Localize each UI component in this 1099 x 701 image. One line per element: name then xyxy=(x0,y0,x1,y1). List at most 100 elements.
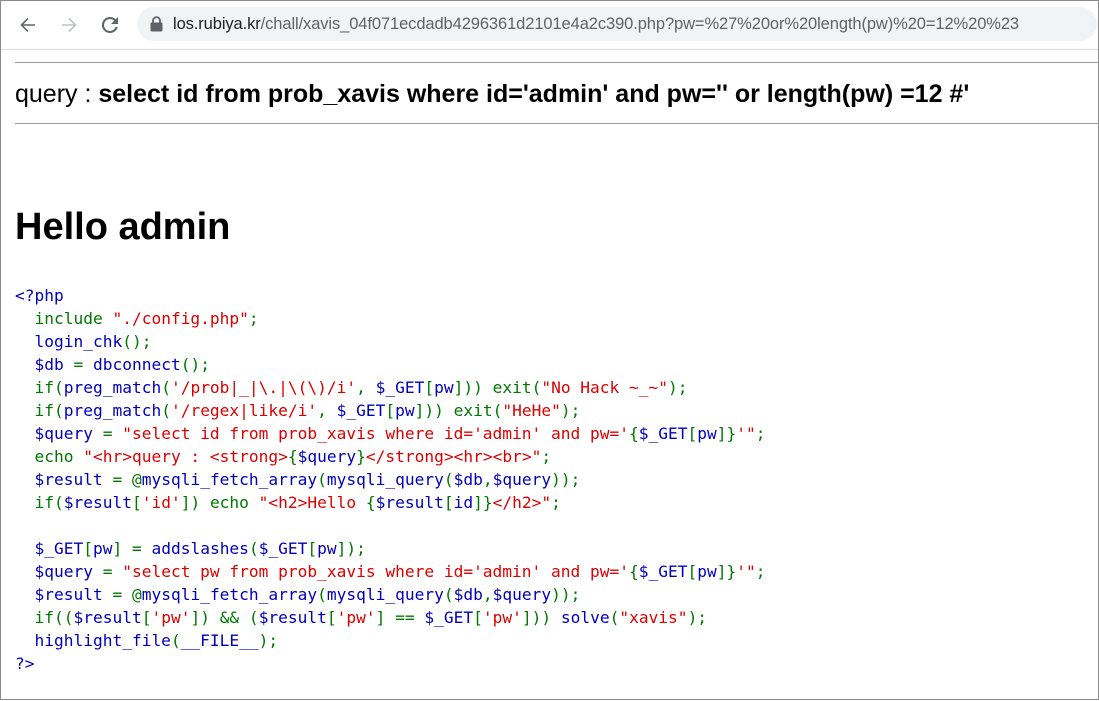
address-bar[interactable]: los.rubiya.kr/chall/xavis_04f071ecdadb42… xyxy=(137,7,1097,41)
code-token: $_GET xyxy=(15,539,84,558)
code-line: login_chk(); xyxy=(15,330,765,353)
code-token: , xyxy=(482,470,493,489)
lock-icon xyxy=(150,16,163,32)
code-token: $_GET xyxy=(638,424,688,443)
browser-toolbar: los.rubiya.kr/chall/xavis_04f071ecdadb42… xyxy=(1,1,1098,49)
code-token: ( xyxy=(443,585,454,604)
code-token: 'pw' xyxy=(151,608,191,627)
code-token: "xavis" xyxy=(619,608,688,627)
code-token: $result xyxy=(63,493,132,512)
code-token: $query xyxy=(492,585,552,604)
code-token: addslashes xyxy=(151,539,249,558)
forward-button[interactable] xyxy=(54,10,84,40)
reload-icon xyxy=(100,15,120,35)
code-token: pw xyxy=(317,539,337,558)
code-line: $query = "select pw from prob_xavis wher… xyxy=(15,560,765,583)
code-token: , xyxy=(356,378,376,397)
code-line xyxy=(15,514,765,537)
code-token: include xyxy=(15,309,113,328)
code-line: $result = @mysqli_fetch_array(mysqli_que… xyxy=(15,468,765,491)
code-token: $query xyxy=(492,470,552,489)
code-token: "select pw from prob_xavis where id='adm… xyxy=(122,562,629,581)
code-token: 'id' xyxy=(141,493,181,512)
code-token: ( xyxy=(443,470,454,489)
code-line: if(preg_match('/prob|_|\.|\(\)/i', $_GET… xyxy=(15,376,765,399)
code-token: ?> xyxy=(15,654,35,673)
code-token: highlight_file xyxy=(15,631,171,650)
code-token: ] = xyxy=(112,539,152,558)
code-token: [ xyxy=(326,608,337,627)
code-token: if( xyxy=(15,401,64,420)
code-line: $result = @mysqli_fetch_array(mysqli_que… xyxy=(15,583,765,606)
code-token: mysqli_query xyxy=(326,470,444,489)
code-token: '/prob|_|\.|\(\)/i' xyxy=(170,378,357,397)
code-token: echo xyxy=(15,447,84,466)
code-line: if(preg_match('/regex|like/i', $_GET[pw]… xyxy=(15,399,765,422)
url-path: /chall/xavis_04f071ecdadb4296361d2101e4a… xyxy=(260,14,1019,33)
code-token: $_GET xyxy=(336,401,386,420)
code-token: ]} xyxy=(716,562,737,581)
code-token: ] == xyxy=(375,608,425,627)
code-token: = @ xyxy=(112,470,142,489)
code-token: [ xyxy=(473,608,483,627)
code-token: ( xyxy=(170,631,181,650)
code-token: '" xyxy=(736,424,756,443)
code-token: mysqli_query xyxy=(326,585,444,604)
code-token: ( xyxy=(317,470,327,489)
reload-button[interactable] xyxy=(95,10,125,40)
code-token: $query xyxy=(15,562,103,581)
code-token: login_chk xyxy=(15,332,123,351)
code-token: "HeHe" xyxy=(502,401,561,420)
bottom-rule xyxy=(15,123,1099,124)
code-token: $result xyxy=(15,585,113,604)
code-line: <?php xyxy=(15,284,765,307)
code-token: ( xyxy=(161,378,171,397)
code-token: [ xyxy=(141,608,152,627)
top-rule xyxy=(15,62,1099,63)
code-token: "<hr>query : <strong> xyxy=(83,447,288,466)
code-token: $_GET xyxy=(638,562,688,581)
code-token: $db xyxy=(15,355,74,374)
code-token: if( xyxy=(15,493,64,512)
code-line: $query = "select id from prob_xavis wher… xyxy=(15,422,765,445)
code-token: [ xyxy=(307,539,318,558)
code-token: "select id from prob_xavis where id='adm… xyxy=(122,424,629,443)
code-token: ])) exit( xyxy=(453,378,542,397)
code-token: <?php xyxy=(15,286,64,305)
code-line: include "./config.php"; xyxy=(15,307,765,330)
code-token: $_GET xyxy=(258,539,308,558)
code-token: </h2>" xyxy=(492,493,552,512)
code-token: $result xyxy=(375,493,444,512)
code-token: { xyxy=(629,424,639,443)
code-token: { xyxy=(629,562,639,581)
code-token: (); xyxy=(180,355,210,374)
back-button[interactable] xyxy=(13,10,43,40)
code-token: = xyxy=(73,355,93,374)
code-token: "No Hack ~_~" xyxy=(541,378,669,397)
code-token: ]} xyxy=(716,424,737,443)
code-token: ])) xyxy=(521,608,561,627)
code-token: pw xyxy=(434,378,454,397)
code-line: $db = dbconnect(); xyxy=(15,353,765,376)
code-token: ( xyxy=(161,401,171,420)
code-token: ); xyxy=(258,631,279,650)
code-token: $query xyxy=(297,447,357,466)
code-token: ); xyxy=(687,608,708,627)
code-token: { xyxy=(287,447,298,466)
code-line: ?> xyxy=(15,652,765,675)
code-line: echo "<hr>query : <strong>{$query}</stro… xyxy=(15,445,765,468)
code-token: )); xyxy=(551,585,581,604)
code-token: [ xyxy=(385,401,396,420)
php-source-code: <?php include "./config.php"; login_chk(… xyxy=(15,284,765,675)
code-token: $db xyxy=(453,585,483,604)
forward-arrow-icon xyxy=(59,15,79,35)
code-token: ; xyxy=(248,309,259,328)
code-token: 'pw' xyxy=(482,608,522,627)
code-token: ]) echo xyxy=(180,493,259,512)
code-token: [ xyxy=(687,562,698,581)
code-token: $result xyxy=(73,608,142,627)
code-token: (); xyxy=(122,332,152,351)
code-token: $_GET xyxy=(375,378,425,397)
code-token: [ xyxy=(443,493,454,512)
code-token: pw xyxy=(395,401,415,420)
